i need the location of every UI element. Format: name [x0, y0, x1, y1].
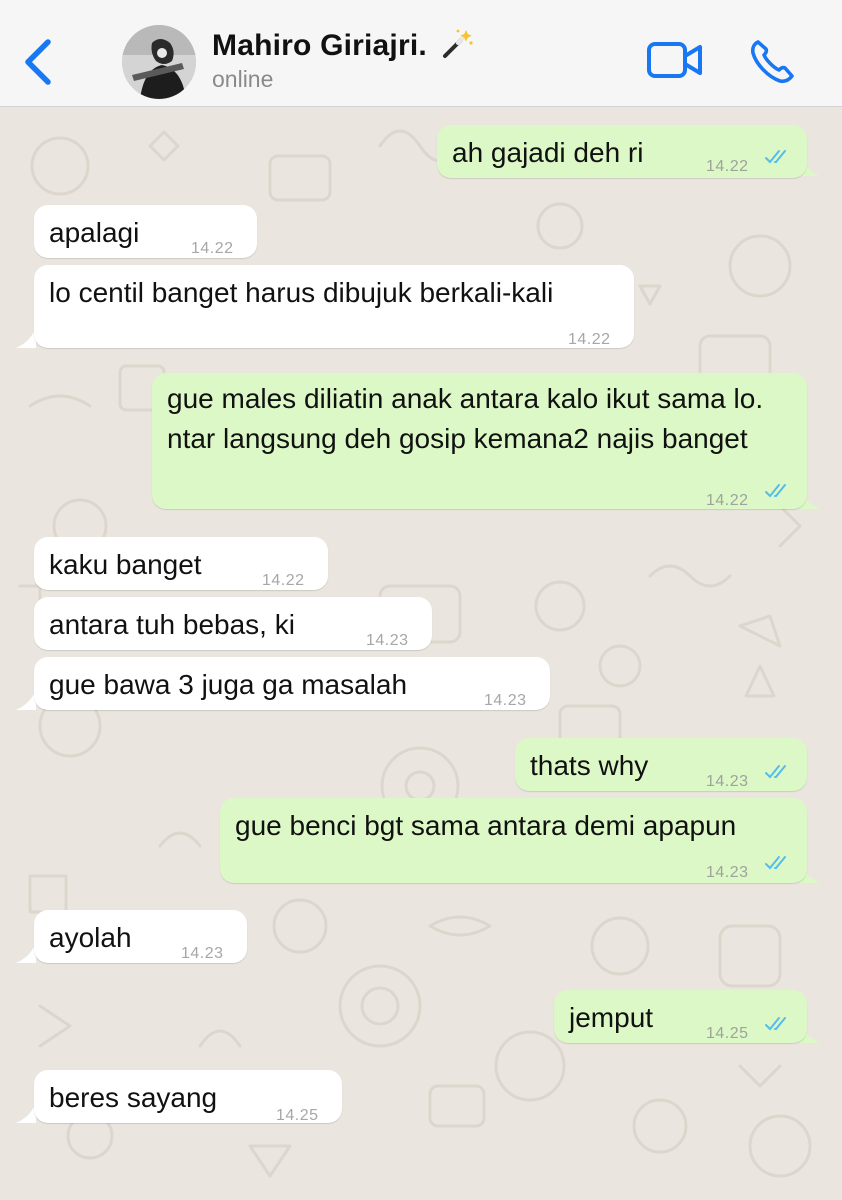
avatar[interactable] [122, 25, 196, 99]
message-bubble-outgoing[interactable]: thats why 14.23 [515, 738, 807, 791]
message-text: beres sayang [49, 1082, 218, 1113]
double-check-icon [765, 150, 786, 164]
back-chevron-icon [25, 39, 51, 85]
message-time: 14.25 [706, 1025, 749, 1042]
message-text: jemput [569, 1002, 654, 1033]
message-bubble-outgoing[interactable]: ah gajadi deh ri 14.22 [437, 125, 807, 178]
message-text: lo centil banget harus dibujuk berkali-k… [49, 277, 554, 308]
message-time: 14.22 [262, 572, 305, 589]
video-call-button[interactable] [646, 38, 704, 82]
message-text: gue benci bgt sama antara demi apapun [235, 810, 737, 841]
message-bubble-incoming[interactable]: apalagi 14.22 [34, 205, 257, 258]
double-check-icon [765, 856, 786, 870]
voice-call-button[interactable] [748, 36, 798, 86]
message-bubble-incoming[interactable]: ayolah 14.23 [34, 910, 247, 963]
message-text: kaku banget [49, 549, 202, 580]
message-text: thats why [530, 750, 649, 781]
message-time: 14.22 [568, 331, 611, 348]
message-time: 14.23 [706, 864, 749, 881]
message-text: gue males diliatin anak antara kalo ikut… [167, 383, 764, 454]
chat-header: Mahiro Giriajri. online [0, 0, 842, 107]
message-bubble-incoming[interactable]: gue bawa 3 juga ga masalah 14.23 [34, 657, 550, 710]
message-time: 14.25 [276, 1107, 319, 1124]
message-bubble-incoming[interactable]: antara tuh bebas, ki 14.23 [34, 597, 432, 650]
double-check-icon [765, 484, 786, 498]
message-time: 14.23 [366, 632, 409, 649]
phone-icon [750, 40, 794, 84]
double-check-icon [765, 765, 786, 779]
message-bubble-outgoing[interactable]: jemput 14.25 [554, 990, 807, 1043]
contact-status: online [212, 66, 274, 92]
message-text: apalagi [49, 217, 140, 248]
video-call-icon [647, 42, 702, 78]
message-bubble-outgoing[interactable]: gue males diliatin anak antara kalo ikut… [152, 373, 807, 509]
double-check-icon [765, 1017, 786, 1031]
message-text: gue bawa 3 juga ga masalah [49, 669, 408, 700]
message-time: 14.23 [484, 692, 527, 709]
bubble-tail [16, 328, 36, 348]
message-bubble-incoming[interactable]: kaku banget 14.22 [34, 537, 328, 590]
contact-name-text: Mahiro Giriajri. [212, 28, 427, 62]
back-button[interactable] [18, 36, 62, 88]
bubble-tail [16, 1103, 36, 1123]
message-time: 14.22 [706, 158, 749, 175]
bubble-tail [16, 943, 36, 963]
message-time: 14.22 [706, 492, 749, 509]
message-text: ayolah [49, 922, 132, 953]
message-time: 14.23 [706, 773, 749, 790]
contact-name[interactable]: Mahiro Giriajri. [212, 27, 475, 67]
message-bubble-outgoing[interactable]: gue benci bgt sama antara demi apapun 14… [220, 798, 807, 883]
magic-wand-icon [441, 27, 475, 67]
message-time: 14.22 [191, 240, 234, 257]
message-time: 14.23 [181, 945, 224, 962]
message-text: antara tuh bebas, ki [49, 609, 295, 640]
message-bubble-incoming[interactable]: lo centil banget harus dibujuk berkali-k… [34, 265, 634, 348]
message-bubble-incoming[interactable]: beres sayang 14.25 [34, 1070, 342, 1124]
message-text: ah gajadi deh ri [452, 137, 644, 168]
bubble-tail [16, 690, 36, 710]
